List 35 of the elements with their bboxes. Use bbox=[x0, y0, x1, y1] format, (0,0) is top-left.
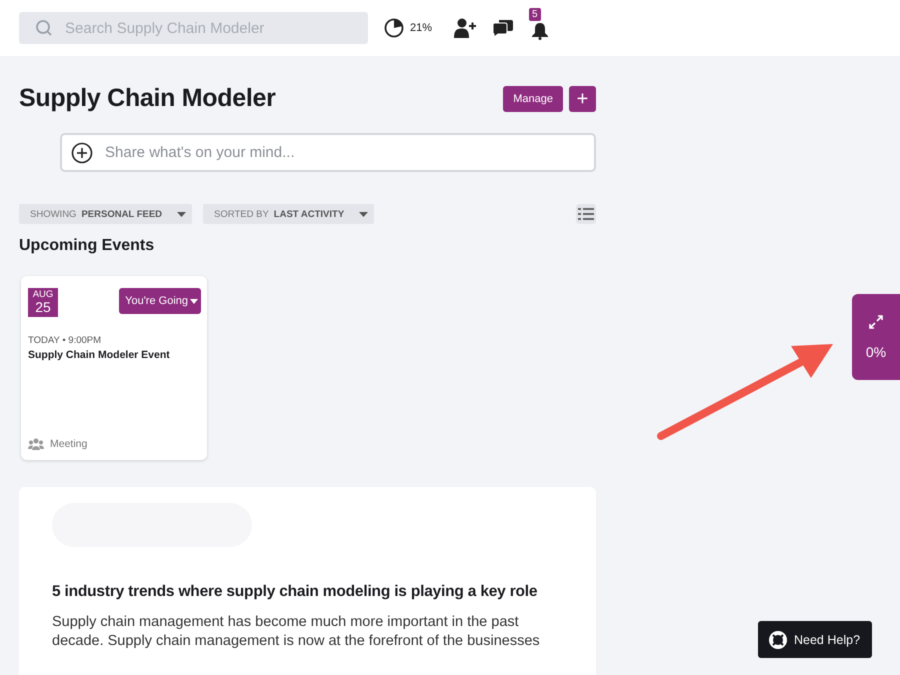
lifebuoy-icon bbox=[768, 630, 788, 650]
filter-dropdown[interactable]: SHOWING PERSONAL FEED bbox=[19, 204, 192, 224]
event-month: AUG bbox=[32, 290, 54, 300]
caret-icon bbox=[190, 298, 198, 304]
post-field[interactable]: Share what's on your mind... bbox=[60, 133, 596, 172]
widget-reading: 0% bbox=[866, 344, 886, 360]
manage-button[interactable]: Manage bbox=[503, 86, 563, 112]
progress-reading: 21% bbox=[410, 22, 432, 34]
add-circle-icon[interactable] bbox=[71, 142, 93, 164]
section-heading: Upcoming Events bbox=[19, 237, 156, 255]
help-button[interactable]: Need Help? bbox=[758, 621, 872, 658]
pie-chart-icon[interactable] bbox=[384, 18, 404, 38]
rsvp-button[interactable]: You're Going bbox=[119, 288, 201, 314]
progress-widget[interactable]: 0% bbox=[852, 294, 900, 380]
add-person-icon[interactable] bbox=[454, 18, 476, 38]
event-type: Meeting bbox=[50, 438, 88, 450]
add-button[interactable]: + bbox=[569, 86, 596, 112]
event-card[interactable]: AUG 25 You're Going TODAY • 9:00PM Supply Chain Modeler Event Meeting bbox=[21, 276, 207, 460]
filter-dropdown[interactable]: SORTED BY LAST ACTIVITY bbox=[203, 204, 374, 224]
event-day: 25 bbox=[35, 300, 51, 314]
caret-icon bbox=[177, 212, 186, 216]
notification-count: 5 bbox=[529, 8, 541, 21]
chat-bubbles-icon[interactable] bbox=[492, 18, 514, 38]
list-view-button[interactable] bbox=[576, 204, 596, 224]
article-text: Supply chain management has become much more important in the past decade. Supply chain management is now at the forefront of the businesses bbox=[52, 613, 541, 651]
search-icon bbox=[35, 19, 53, 37]
bell-icon[interactable] bbox=[530, 20, 550, 40]
expand-icon bbox=[868, 314, 884, 330]
event-name: Supply Chain Modeler Event bbox=[28, 349, 171, 361]
search-field[interactable]: Search Supply Chain Modeler bbox=[19, 12, 368, 44]
group-icon bbox=[28, 438, 44, 450]
event-time: TODAY • 9:00PM bbox=[28, 335, 102, 346]
page-title: Supply Chain Modeler bbox=[19, 84, 277, 113]
article-title: 5 industry trends where supply chain modeling is playing a key role bbox=[52, 583, 538, 601]
caret-icon bbox=[359, 212, 368, 216]
